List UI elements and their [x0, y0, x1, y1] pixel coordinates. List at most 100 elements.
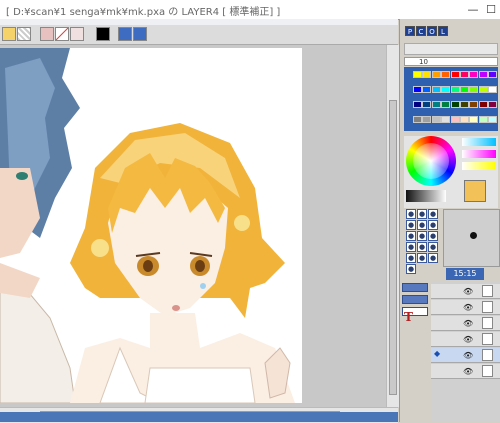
- checker-icon[interactable]: [17, 27, 31, 41]
- foreground-color-swatch[interactable]: [464, 180, 486, 202]
- color-picker-icon[interactable]: ●: [406, 253, 416, 263]
- tab-c[interactable]: C: [416, 26, 426, 36]
- palette-swatch[interactable]: [460, 86, 469, 93]
- vertical-scroll-thumb[interactable]: [389, 100, 397, 395]
- palette-swatch[interactable]: [469, 86, 479, 93]
- palette-swatch[interactable]: [431, 116, 441, 123]
- palette-swatch[interactable]: [441, 71, 451, 78]
- maximize-button[interactable]: ☐: [482, 0, 500, 19]
- select-icon[interactable]: ●: [406, 220, 416, 230]
- layer-thumbnail: [482, 301, 493, 313]
- duplicate-layer-button[interactable]: [402, 295, 428, 304]
- status-bar: [0, 412, 398, 422]
- pen-tool-icon[interactable]: [40, 27, 54, 41]
- palette-swatch[interactable]: [431, 71, 441, 78]
- eye-icon[interactable]: 👁: [463, 367, 473, 376]
- tab-o[interactable]: O: [427, 26, 437, 36]
- palette-swatch[interactable]: [422, 86, 432, 93]
- zoom-icon[interactable]: ●: [417, 253, 427, 263]
- black-color-icon[interactable]: [96, 27, 110, 41]
- line-icon[interactable]: ●: [417, 242, 427, 252]
- brush-size-field[interactable]: 10: [404, 57, 498, 66]
- eye-icon[interactable]: 👁: [463, 303, 473, 312]
- minimize-button[interactable]: —: [464, 0, 482, 19]
- color-wheel[interactable]: [406, 136, 456, 186]
- palette-swatch[interactable]: [450, 71, 460, 78]
- line-tool-icon[interactable]: [55, 27, 69, 41]
- palette-swatch[interactable]: [413, 116, 422, 123]
- text-layer-icon[interactable]: T: [404, 311, 416, 323]
- palette-swatch[interactable]: [450, 101, 460, 108]
- tab-p[interactable]: P: [405, 26, 415, 36]
- blur-icon[interactable]: ●: [406, 231, 416, 241]
- brush-type-row[interactable]: [404, 43, 498, 55]
- text-icon[interactable]: ●: [406, 242, 416, 252]
- palette-swatch[interactable]: [488, 86, 498, 93]
- layer-row[interactable]: 👁: [431, 332, 500, 347]
- eye-icon[interactable]: 👁: [463, 287, 473, 296]
- palette-swatch[interactable]: [460, 71, 469, 78]
- eye-icon[interactable]: 👁: [463, 351, 473, 360]
- zoom-out-icon[interactable]: [133, 27, 147, 41]
- palette-swatch[interactable]: [478, 71, 488, 78]
- palette-swatch[interactable]: [460, 101, 469, 108]
- airbrush-icon[interactable]: ●: [428, 220, 438, 230]
- palette-swatch[interactable]: [478, 116, 488, 123]
- eye-icon[interactable]: 👁: [463, 335, 473, 344]
- palette-swatch[interactable]: [413, 101, 422, 108]
- brush-icon[interactable]: ●: [406, 209, 416, 219]
- circle-icon[interactable]: ●: [428, 242, 438, 252]
- new-layer-button[interactable]: [402, 283, 428, 292]
- palette-swatch[interactable]: [422, 116, 432, 123]
- tool-grid: ● ● ● ● ● ● ● ● ● ● ● ● ● ● ● ●: [406, 209, 440, 274]
- layer-thumbnail: [482, 365, 493, 377]
- hand-icon[interactable]: ●: [428, 253, 438, 263]
- palette-swatch[interactable]: [413, 71, 422, 78]
- palette-swatch[interactable]: [460, 116, 469, 123]
- layer-row[interactable]: 👁 ◆: [431, 348, 500, 363]
- palette-swatch[interactable]: [441, 101, 451, 108]
- palette-swatch[interactable]: [422, 101, 432, 108]
- layer-row[interactable]: 👁: [431, 316, 500, 331]
- palette-swatch[interactable]: [469, 101, 479, 108]
- shape-tool-icon[interactable]: [70, 27, 84, 41]
- palette-swatch[interactable]: [478, 86, 488, 93]
- palette-swatch[interactable]: [441, 116, 451, 123]
- layer-row[interactable]: 👁: [431, 300, 500, 315]
- palette-swatch[interactable]: [413, 86, 422, 93]
- zoom-in-icon[interactable]: [118, 27, 132, 41]
- fill-icon[interactable]: ●: [428, 209, 438, 219]
- palette-swatch[interactable]: [431, 101, 441, 108]
- zoom-level[interactable]: 15:15: [446, 268, 484, 280]
- move-icon[interactable]: ●: [428, 231, 438, 241]
- eraser-icon[interactable]: ●: [417, 209, 427, 219]
- tab-l[interactable]: L: [438, 26, 448, 36]
- palette-swatch[interactable]: [450, 86, 460, 93]
- palette-swatch[interactable]: [469, 71, 479, 78]
- grid-icon[interactable]: [2, 27, 16, 41]
- drawing-canvas[interactable]: [0, 48, 302, 403]
- palette-swatch[interactable]: [431, 86, 441, 93]
- palette-swatch[interactable]: [450, 116, 460, 123]
- lasso-icon[interactable]: ●: [406, 264, 416, 274]
- color-palette[interactable]: [404, 67, 498, 131]
- brightness-slider[interactable]: [406, 190, 446, 202]
- pen-icon[interactable]: ●: [417, 220, 427, 230]
- canvas-area[interactable]: [0, 45, 386, 407]
- color-picker[interactable]: [404, 136, 498, 208]
- palette-swatch[interactable]: [488, 101, 498, 108]
- cyan-slider[interactable]: [462, 138, 496, 146]
- magenta-slider[interactable]: [462, 150, 496, 158]
- layer-row[interactable]: 👁: [431, 284, 500, 299]
- layer-row[interactable]: 👁: [431, 364, 500, 379]
- vertical-scrollbar[interactable]: [386, 45, 399, 407]
- palette-swatch[interactable]: [422, 71, 432, 78]
- yellow-slider[interactable]: [462, 162, 496, 170]
- palette-swatch[interactable]: [488, 71, 498, 78]
- palette-swatch[interactable]: [469, 116, 479, 123]
- eye-icon[interactable]: 👁: [463, 319, 473, 328]
- palette-swatch[interactable]: [478, 101, 488, 108]
- palette-swatch[interactable]: [488, 116, 498, 123]
- smudge-icon[interactable]: ●: [417, 231, 427, 241]
- palette-swatch[interactable]: [441, 86, 451, 93]
